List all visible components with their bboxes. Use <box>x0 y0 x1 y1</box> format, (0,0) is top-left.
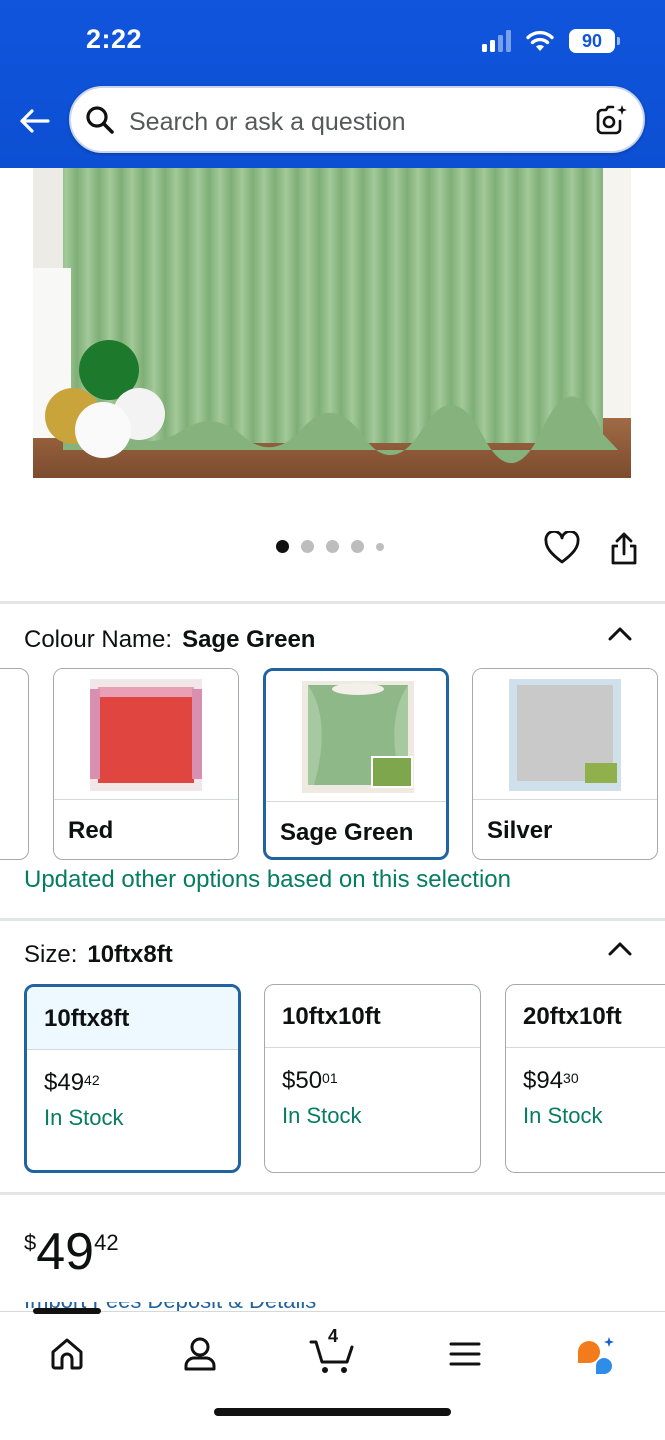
carousel-dot[interactable] <box>276 540 289 553</box>
size-option-header: 10ftx10ft <box>265 985 480 1048</box>
section-divider <box>0 1192 665 1195</box>
colour-option-name: Silver <box>487 817 553 844</box>
product-image[interactable] <box>33 168 631 478</box>
size-option-header: 10ftx8ft <box>27 987 238 1050</box>
size-option-name: 20ftx10ft <box>523 1003 622 1030</box>
search-bar[interactable]: Search or ask a question <box>69 86 645 153</box>
sage-green-backdrop-thumbnail <box>302 681 414 793</box>
size-option-price: $5001 <box>282 1067 338 1095</box>
size-label-text: Size: <box>24 941 78 968</box>
stock-status: In Stock <box>44 1105 124 1130</box>
colour-option-red[interactable]: Red <box>53 668 239 860</box>
size-option-price: $4942 <box>44 1069 100 1097</box>
size-option-name: 10ftx10ft <box>282 1003 381 1030</box>
nav-active-indicator <box>33 1308 101 1314</box>
price-fraction: 30 <box>563 1070 579 1086</box>
size-option-header: 20ftx10ft <box>506 985 665 1048</box>
home-indicator <box>214 1408 451 1416</box>
chevron-up-icon[interactable] <box>607 624 633 642</box>
backdrop-photo <box>33 168 631 478</box>
selection-update-note: Updated other options based on this sele… <box>24 866 511 893</box>
colour-thumbnail <box>473 669 657 800</box>
silver-backdrop-thumbnail <box>509 679 621 791</box>
colour-label-text: Colour Name: <box>24 626 173 653</box>
colour-option-previous[interactable] <box>0 668 29 860</box>
search-icon <box>86 106 114 134</box>
colour-thumbnail <box>54 669 238 800</box>
price-fraction: 01 <box>322 1070 338 1086</box>
battery-level: 90 <box>581 30 603 51</box>
camera-lens-icon[interactable] <box>593 102 629 138</box>
carousel-dot[interactable] <box>376 542 384 551</box>
back-arrow-icon[interactable] <box>18 104 52 138</box>
colour-option-name: Red <box>68 817 114 844</box>
carousel-dot[interactable] <box>301 540 314 553</box>
section-divider <box>0 918 665 921</box>
size-option-name: 10ftx8ft <box>44 1005 130 1032</box>
cart-button[interactable]: 4 <box>309 1326 357 1376</box>
size-label: Size: 10ftx8ft <box>24 941 173 969</box>
signal-icon <box>482 30 511 52</box>
header: 2:22 90 Search or ask a question <box>0 0 665 168</box>
price-whole: 49 <box>36 1223 95 1281</box>
colour-selected-value: Sage Green <box>182 626 316 653</box>
price-whole: $49 <box>44 1069 85 1096</box>
size-option-10ftx8ft[interactable]: 10ftx8ft $4942 In Stock <box>24 984 241 1173</box>
stock-status: In Stock <box>523 1103 603 1128</box>
size-option-20ftx10ft[interactable]: 20ftx10ft $9430 In Stock <box>505 984 665 1173</box>
status-icons: 90 <box>482 26 620 56</box>
product-price: $4942 <box>24 1222 119 1282</box>
price-whole: $94 <box>523 1067 564 1094</box>
battery-icon: 90 <box>569 29 620 53</box>
size-option-price: $9430 <box>523 1067 579 1095</box>
price-fraction: 42 <box>94 1230 119 1255</box>
cart-count: 4 <box>328 1326 339 1346</box>
colour-option-name: Sage Green <box>280 819 414 846</box>
red-backdrop-thumbnail <box>90 679 202 791</box>
account-icon[interactable] <box>178 1332 222 1376</box>
stock-status: In Stock <box>282 1103 362 1128</box>
colour-label: Colour Name: Sage Green <box>24 626 315 654</box>
rufus-assistant-icon[interactable] <box>574 1332 618 1376</box>
heart-icon[interactable] <box>544 531 580 565</box>
wifi-icon <box>526 30 554 51</box>
home-icon[interactable] <box>45 1332 89 1376</box>
colour-option-silver[interactable]: Silver <box>472 668 658 860</box>
size-selected-value: 10ftx8ft <box>87 941 173 968</box>
price-symbol: $ <box>24 1230 37 1255</box>
colour-thumbnail <box>266 671 446 802</box>
size-option-10ftx10ft[interactable]: 10ftx10ft $5001 In Stock <box>264 984 481 1173</box>
colour-option-sage-green[interactable]: Sage Green <box>263 668 449 860</box>
carousel-dot[interactable] <box>351 540 364 553</box>
section-divider <box>0 601 665 604</box>
carousel-dot[interactable] <box>326 540 339 553</box>
menu-icon[interactable] <box>443 1332 487 1376</box>
status-time: 2:22 <box>86 24 143 54</box>
bottom-nav: 4 <box>0 1308 665 1440</box>
price-whole: $50 <box>282 1067 323 1094</box>
price-fraction: 42 <box>84 1072 100 1088</box>
share-icon[interactable] <box>608 530 640 566</box>
image-carousel-dots[interactable] <box>276 540 384 553</box>
chevron-up-icon[interactable] <box>607 939 633 957</box>
search-input[interactable]: Search or ask a question <box>129 108 406 137</box>
